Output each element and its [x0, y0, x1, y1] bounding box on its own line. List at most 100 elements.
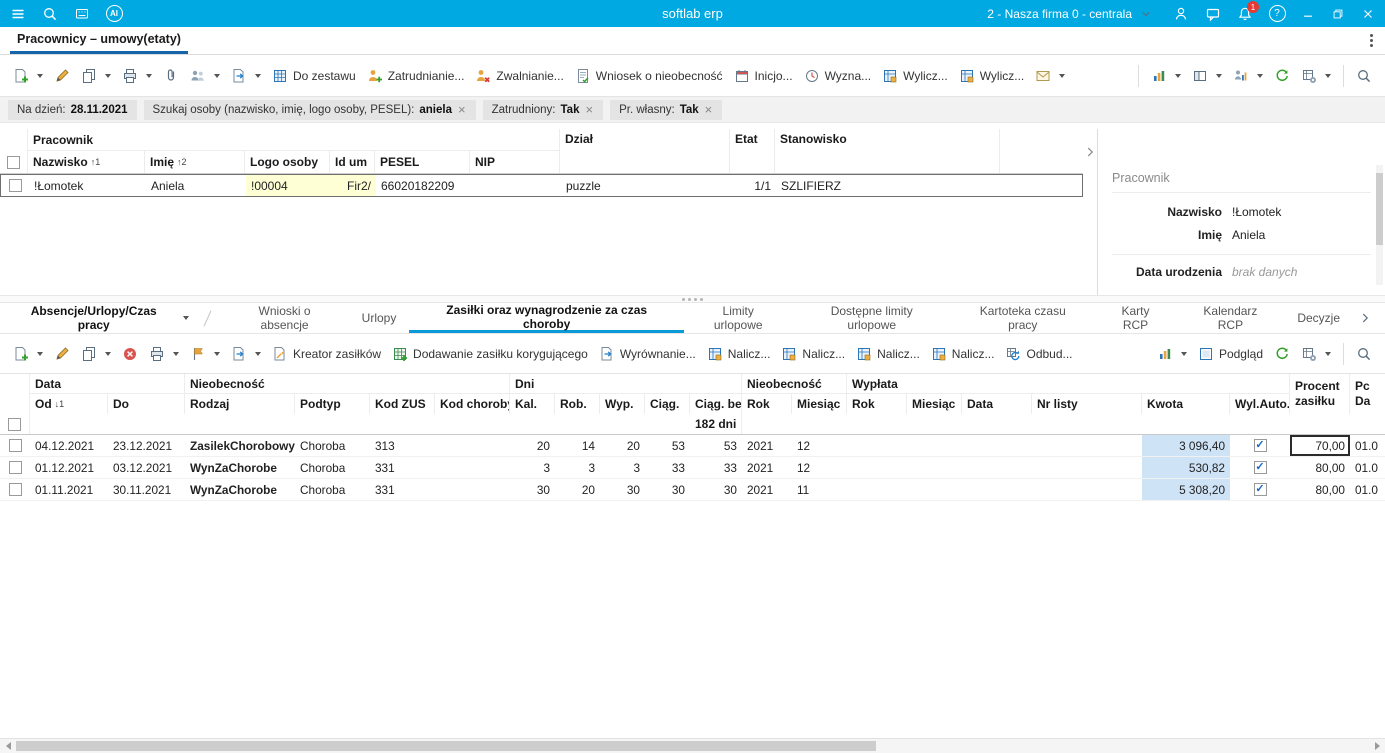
col-header-wyp[interactable]: Wyp. — [600, 394, 645, 414]
col-header-wyl-auto[interactable]: Wyl.Auto. — [1230, 394, 1290, 414]
scroll-right-arrow[interactable] — [1369, 739, 1385, 753]
scroll-left-arrow[interactable] — [0, 739, 16, 753]
col-header-kod-choroby[interactable]: Kod choroby — [435, 394, 510, 414]
cell-rok-wyplata[interactable] — [847, 457, 907, 478]
remove-filter-icon[interactable]: × — [457, 103, 467, 116]
cell-wyp[interactable]: 30 — [600, 479, 645, 500]
cell-rodzaj[interactable]: WynZaChorobe — [185, 457, 295, 478]
cell-podtyp[interactable]: Choroba — [295, 435, 370, 456]
nalicz-button-3[interactable]: Nalicz... — [851, 341, 925, 367]
col-header-etat[interactable]: Etat — [730, 129, 775, 173]
cell-od[interactable]: 01.11.2021 — [30, 479, 108, 500]
person-analysis-button[interactable] — [1228, 63, 1268, 89]
col-header-dzial[interactable]: Dział — [560, 129, 730, 173]
global-search-button[interactable] — [34, 0, 66, 27]
benefit-row[interactable]: 01.11.2021 30.11.2021 WynZaChorobe Choro… — [0, 479, 1385, 501]
wyliczanie-button-1[interactable]: Wylicz... — [877, 63, 953, 89]
company-selector[interactable]: 2 - Nasza firma 0 - centrala — [975, 0, 1165, 27]
add-record-button[interactable] — [8, 63, 48, 89]
cell-logo-osoby[interactable]: !00004 — [246, 175, 331, 196]
wyl-auto-checkbox[interactable]: ✓ — [1254, 483, 1267, 496]
cell-kal[interactable]: 20 — [510, 435, 555, 456]
col-header-nr-listy[interactable]: Nr listy — [1032, 394, 1142, 414]
horizontal-splitter[interactable] — [0, 295, 1385, 303]
col-header-logo-osoby[interactable]: Logo osoby — [245, 151, 330, 173]
detail-scrollbar[interactable] — [1376, 165, 1383, 285]
cell-rok-wyplata[interactable] — [847, 479, 907, 500]
col-header-podtyp[interactable]: Podtyp — [295, 394, 370, 414]
minimize-button[interactable] — [1293, 0, 1323, 27]
remove-filter-icon[interactable]: × — [584, 103, 594, 116]
cell-nr-listy[interactable] — [1032, 457, 1142, 478]
col-header-data-wyplata[interactable]: Data — [962, 394, 1032, 414]
dodawanie-zasilku-button[interactable]: Dodawanie zasiłku korygującego — [387, 341, 593, 367]
copy-record-button[interactable] — [76, 63, 116, 89]
cell-rodzaj[interactable]: WynZaChorobe — [185, 479, 295, 500]
print-button[interactable] — [117, 63, 157, 89]
do-zestawu-button[interactable]: Do zestawu — [267, 63, 361, 89]
cell-cut[interactable]: 01.0 — [1350, 435, 1385, 456]
cell-miesiac-wyplata[interactable] — [907, 457, 962, 478]
edit-record-button[interactable] — [49, 63, 75, 89]
cell-etat[interactable]: 1/1 — [731, 175, 776, 196]
col-header-pesel[interactable]: PESEL — [375, 151, 470, 173]
copy-benefit-button[interactable] — [76, 341, 116, 367]
col-header-procent-zasilku[interactable]: Procentzasiłku — [1290, 374, 1350, 414]
employee-row[interactable]: !Łomotek Aniela !00004 Fir2/ 66020182209… — [0, 174, 1083, 197]
cell-cut[interactable]: 01.0 — [1350, 457, 1385, 478]
cell-data-wyplata[interactable] — [962, 479, 1032, 500]
edit-benefit-button[interactable] — [49, 341, 75, 367]
help-button[interactable]: ? — [1261, 0, 1293, 27]
flag-button[interactable] — [185, 341, 225, 367]
cell-kal[interactable]: 3 — [510, 457, 555, 478]
grid-settings-button-lower[interactable] — [1296, 341, 1336, 367]
row-checkbox[interactable] — [9, 179, 22, 192]
cell-ciag[interactable]: 30 — [645, 479, 690, 500]
cell-kod-choroby[interactable] — [435, 435, 510, 456]
col-header-nazwisko[interactable]: Nazwisko↑1 — [28, 151, 145, 173]
tab-wnioski-o-absencje[interactable]: Wnioski o absencje — [220, 303, 348, 333]
search-benefits-button[interactable] — [1351, 341, 1377, 367]
scrollbar-track[interactable] — [16, 739, 1369, 753]
grid-settings-button[interactable] — [1296, 63, 1336, 89]
cell-procent-zasilku[interactable]: 70,00 — [1290, 435, 1350, 456]
nalicz-button-1[interactable]: Nalicz... — [702, 341, 776, 367]
tab-zasilki[interactable]: Zasiłki oraz wynagrodzenie za czas choro… — [409, 303, 684, 333]
col-header-rob[interactable]: Rob. — [555, 394, 600, 414]
cell-cut[interactable]: 01.0 — [1350, 479, 1385, 500]
group-header-pracownik[interactable]: Pracownik — [28, 129, 560, 151]
apps-button[interactable] — [66, 0, 98, 27]
tab-decyzje[interactable]: Decyzje — [1284, 303, 1353, 333]
col-header-ciag-bez[interactable]: Ciąg. bez — [690, 394, 742, 414]
filter-szukaj-osoby[interactable]: Szukaj osoby (nazwisko, imię, logo osoby… — [144, 100, 476, 120]
cell-kwota[interactable]: 3 096,40 — [1142, 435, 1230, 456]
col-header-ciag[interactable]: Ciąg. — [645, 394, 690, 414]
tab-karty-rcp[interactable]: Karty RCP — [1094, 303, 1176, 333]
benefit-row[interactable]: 04.12.2021 23.12.2021 ZasilekChorobowy C… — [0, 435, 1385, 457]
select-all-checkbox[interactable] — [8, 418, 21, 431]
col-header-kal[interactable]: Kal. — [510, 394, 555, 414]
podglad-button[interactable]: Podgląd — [1193, 341, 1268, 367]
col-header-cut[interactable]: PcDa — [1350, 374, 1385, 414]
cell-ciag-bez[interactable]: 53 — [690, 435, 742, 456]
people-actions-button[interactable] — [185, 63, 225, 89]
row-checkbox[interactable] — [9, 483, 22, 496]
cell-imie[interactable]: Aniela — [146, 175, 246, 196]
filter-zatrudniony[interactable]: Zatrudniony: Tak × — [483, 100, 604, 120]
select-all-checkbox[interactable] — [7, 156, 20, 169]
tab-kartoteka-czasu-pracy[interactable]: Kartoteka czasu pracy — [951, 303, 1094, 333]
tab-urlopy[interactable]: Urlopy — [349, 303, 410, 333]
user-button[interactable] — [1165, 0, 1197, 27]
wyl-auto-checkbox[interactable]: ✓ — [1254, 439, 1267, 452]
more-tabs-button[interactable] — [1353, 303, 1377, 333]
wyl-auto-checkbox[interactable]: ✓ — [1254, 461, 1267, 474]
cell-procent-zasilku[interactable]: 80,00 — [1290, 479, 1350, 500]
scrollbar-thumb[interactable] — [1376, 173, 1383, 245]
add-benefit-button[interactable] — [8, 341, 48, 367]
cell-data-wyplata[interactable] — [962, 435, 1032, 456]
benefit-row[interactable]: 01.12.2021 03.12.2021 WynZaChorobe Choro… — [0, 457, 1385, 479]
cell-rob[interactable]: 14 — [555, 435, 600, 456]
filter-na-dzien[interactable]: Na dzień: 28.11.2021 — [8, 100, 137, 120]
search-records-button[interactable] — [1351, 63, 1377, 89]
cell-wyp[interactable]: 20 — [600, 435, 645, 456]
